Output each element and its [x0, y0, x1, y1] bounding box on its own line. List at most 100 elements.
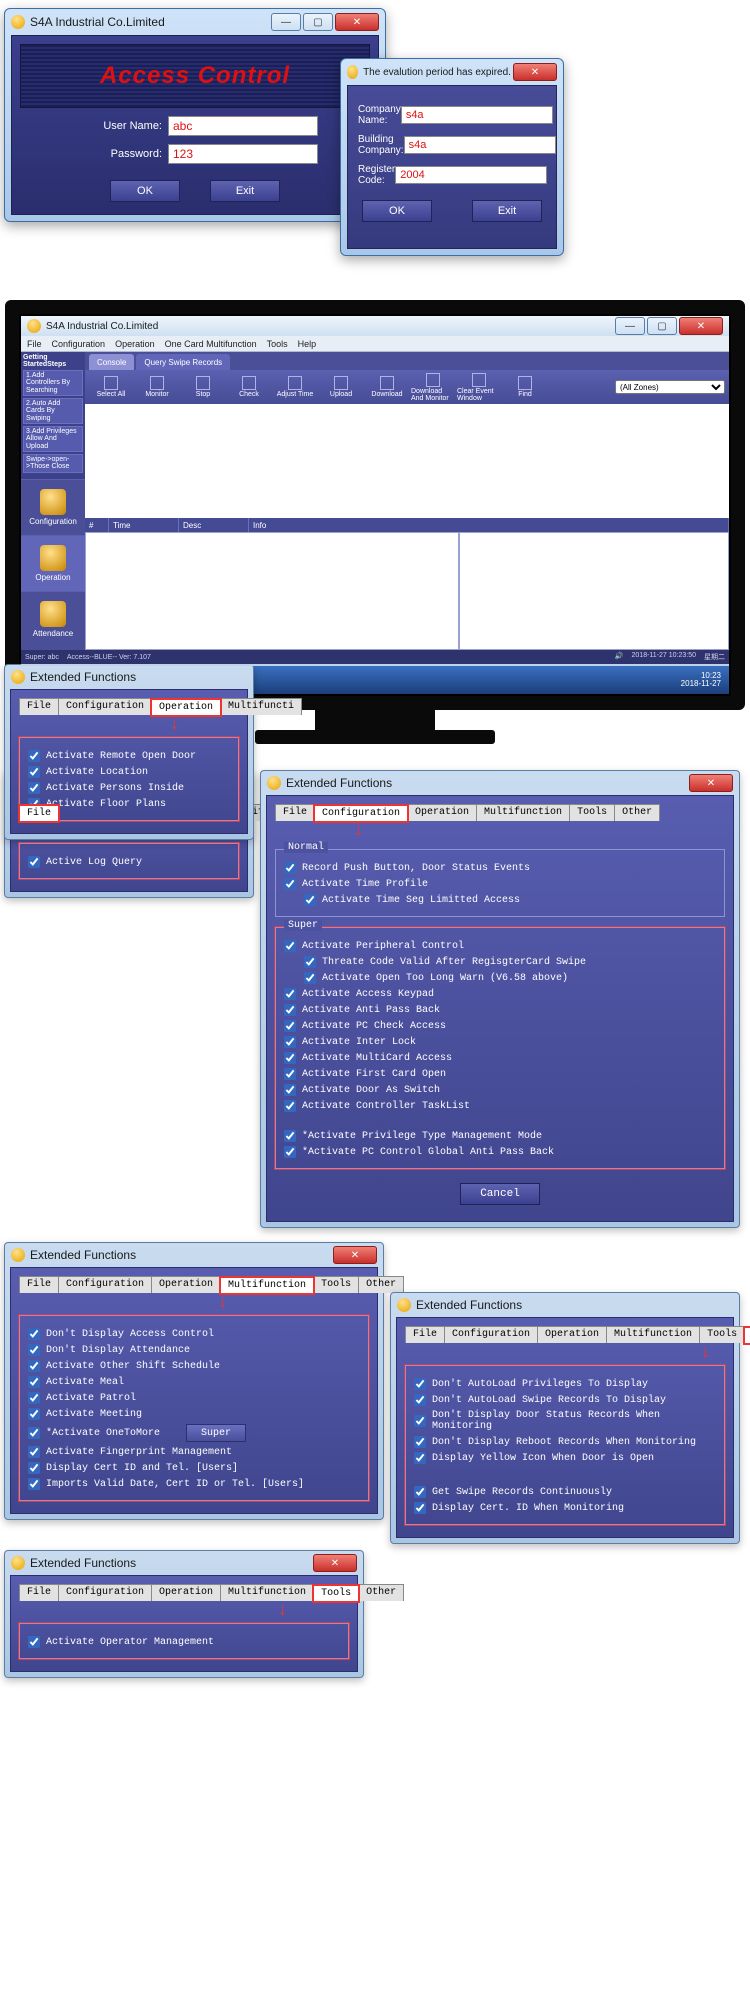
menu-item[interactable]: File: [27, 339, 42, 349]
tab-configuration[interactable]: Configuration: [58, 1276, 152, 1293]
maximize-button[interactable]: ▢: [647, 317, 677, 335]
tab-configuration[interactable]: Configuration: [444, 1326, 538, 1343]
username-input[interactable]: [168, 116, 318, 136]
chk[interactable]: [414, 1436, 426, 1448]
chk[interactable]: [284, 1084, 296, 1096]
tab-file[interactable]: File: [405, 1326, 445, 1343]
tab-multifunction[interactable]: Multifunction: [220, 1584, 314, 1601]
ok-button[interactable]: OK: [110, 180, 180, 202]
exit-button[interactable]: Exit: [472, 200, 542, 222]
tab-multifunction[interactable]: Multifunction: [606, 1326, 700, 1343]
start-item[interactable]: 2.Auto Add Cards By Swiping: [23, 398, 83, 424]
start-item[interactable]: 3.Add Privileges Allow And Upload: [23, 426, 83, 452]
chk[interactable]: [28, 856, 40, 868]
chk[interactable]: [28, 1392, 40, 1404]
nav-operation[interactable]: Operation: [21, 535, 85, 591]
chk[interactable]: [28, 1376, 40, 1388]
tray[interactable]: 10:232018-11-27: [681, 672, 725, 688]
chk[interactable]: [28, 1446, 40, 1458]
tab-other[interactable]: Other: [614, 804, 660, 821]
tab-multifunction[interactable]: Multifuncti: [220, 698, 302, 715]
toolbar-button[interactable]: Check: [227, 376, 271, 398]
chk[interactable]: [284, 1004, 296, 1016]
tab-other[interactable]: Other: [744, 1327, 750, 1344]
building-input[interactable]: [404, 136, 556, 154]
tab-console[interactable]: Console: [89, 354, 134, 370]
nav-configuration[interactable]: Configuration: [21, 479, 85, 535]
tab-file[interactable]: File: [19, 1584, 59, 1601]
chk[interactable]: [284, 862, 296, 874]
start-item[interactable]: Swipe->open->Those Close: [23, 454, 83, 473]
tab-multifunction[interactable]: Multifunction: [220, 1277, 314, 1294]
chk[interactable]: [28, 750, 40, 762]
chk[interactable]: [284, 940, 296, 952]
chk[interactable]: [284, 1100, 296, 1112]
toolbar-button[interactable]: Monitor: [135, 376, 179, 398]
chk[interactable]: [28, 1462, 40, 1474]
tab-operation[interactable]: Operation: [151, 1276, 221, 1293]
minimize-button[interactable]: —: [271, 13, 301, 31]
menu-item[interactable]: Operation: [115, 339, 155, 349]
toolbar-button[interactable]: Stop: [181, 376, 225, 398]
code-input[interactable]: [395, 166, 547, 184]
chk[interactable]: [284, 1036, 296, 1048]
menu-item[interactable]: Configuration: [52, 339, 106, 349]
chk[interactable]: [284, 878, 296, 890]
chk[interactable]: [414, 1486, 426, 1498]
tab-configuration[interactable]: Configuration: [58, 698, 152, 715]
chk[interactable]: [304, 972, 316, 984]
tab-operation[interactable]: Operation: [151, 699, 221, 716]
tab-tools[interactable]: Tools: [569, 804, 615, 821]
close-button[interactable]: ✕: [335, 13, 379, 31]
tab-operation[interactable]: Operation: [407, 804, 477, 821]
tab-configuration[interactable]: Configuration: [58, 1584, 152, 1601]
chk[interactable]: [414, 1394, 426, 1406]
chk[interactable]: [28, 1408, 40, 1420]
tab-other[interactable]: Other: [358, 1276, 404, 1293]
tab-file[interactable]: File: [19, 805, 59, 822]
chk[interactable]: [28, 782, 40, 794]
menu-item[interactable]: One Card Multifunction: [165, 339, 257, 349]
company-input[interactable]: [401, 106, 553, 124]
chk[interactable]: [284, 1146, 296, 1158]
close-button[interactable]: ✕: [313, 1554, 357, 1572]
close-button[interactable]: ✕: [333, 1246, 377, 1264]
close-button[interactable]: ✕: [689, 774, 733, 792]
toolbar-button[interactable]: Download: [365, 376, 409, 398]
menu-item[interactable]: Tools: [267, 339, 288, 349]
chk[interactable]: [28, 1636, 40, 1648]
tab-file[interactable]: File: [275, 804, 315, 821]
tab-file[interactable]: File: [19, 1276, 59, 1293]
menu-item[interactable]: Help: [298, 339, 317, 349]
toolbar-button[interactable]: Find: [503, 376, 547, 398]
close-button[interactable]: ✕: [513, 63, 557, 81]
password-input[interactable]: [168, 144, 318, 164]
chk[interactable]: [28, 1427, 40, 1439]
chk[interactable]: [304, 956, 316, 968]
chk[interactable]: [414, 1415, 426, 1427]
ok-button[interactable]: OK: [362, 200, 432, 222]
toolbar-button[interactable]: Adjust Time: [273, 376, 317, 398]
toolbar-button[interactable]: Upload: [319, 376, 363, 398]
tab-configuration[interactable]: Configuration: [314, 805, 408, 822]
tab-file[interactable]: File: [19, 698, 59, 715]
tab-operation[interactable]: Operation: [151, 1584, 221, 1601]
chk[interactable]: [284, 1020, 296, 1032]
chk[interactable]: [28, 1328, 40, 1340]
start-item[interactable]: 1.Add Controllers By Searching: [23, 370, 83, 396]
cancel-button[interactable]: Cancel: [460, 1183, 540, 1205]
exit-button[interactable]: Exit: [210, 180, 280, 202]
tab-tools[interactable]: Tools: [699, 1326, 745, 1343]
toolbar-button[interactable]: Download And Monitor: [411, 373, 455, 402]
chk[interactable]: [284, 1068, 296, 1080]
chk[interactable]: [284, 1130, 296, 1142]
chk[interactable]: [414, 1502, 426, 1514]
chk[interactable]: [28, 1360, 40, 1372]
zone-select[interactable]: (All Zones): [615, 380, 725, 394]
tab-query-swipe[interactable]: Query Swipe Records: [136, 354, 230, 370]
chk[interactable]: [28, 766, 40, 778]
chk[interactable]: [28, 1478, 40, 1490]
nav-attendance[interactable]: Attendance: [21, 591, 85, 647]
chk[interactable]: [284, 1052, 296, 1064]
tab-tools[interactable]: Tools: [313, 1585, 359, 1602]
